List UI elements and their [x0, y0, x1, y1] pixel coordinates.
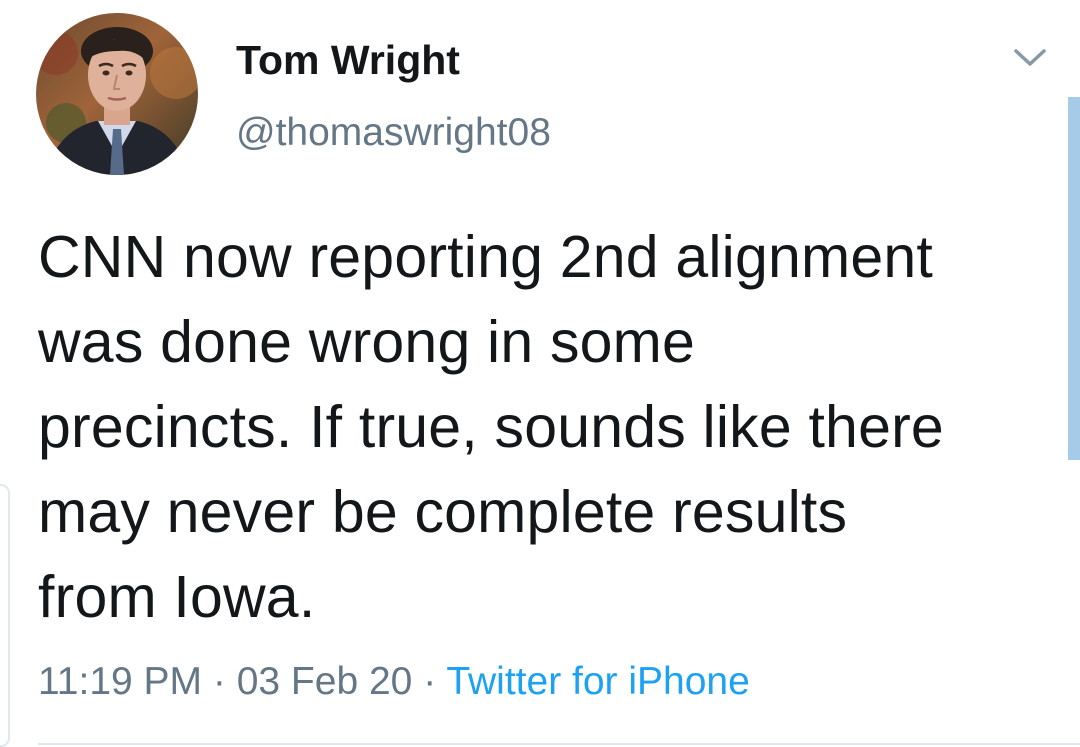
avatar[interactable] [36, 13, 198, 175]
scroll-indicator[interactable] [1068, 97, 1080, 460]
avatar-photo [36, 13, 198, 175]
author-display-name[interactable]: Tom Wright [236, 34, 460, 86]
meta-separator: · [202, 660, 237, 703]
meta-separator: · [412, 660, 447, 703]
left-edge-bracket [0, 484, 10, 747]
tweet-time[interactable]: 11:19 PM [38, 660, 202, 703]
author-handle[interactable]: @thomaswright08 [236, 108, 551, 158]
tweet-text: CNN now reporting 2nd alignment was done… [38, 224, 944, 630]
divider [38, 743, 1080, 745]
chevron-down-icon[interactable] [1010, 42, 1050, 72]
tweet-date[interactable]: 03 Feb 20 [237, 660, 413, 703]
tweet-meta: 11:19 PM · 03 Feb 20 · Twitter for iPhon… [38, 656, 750, 708]
tweet-source-link[interactable]: Twitter for iPhone [446, 660, 749, 703]
